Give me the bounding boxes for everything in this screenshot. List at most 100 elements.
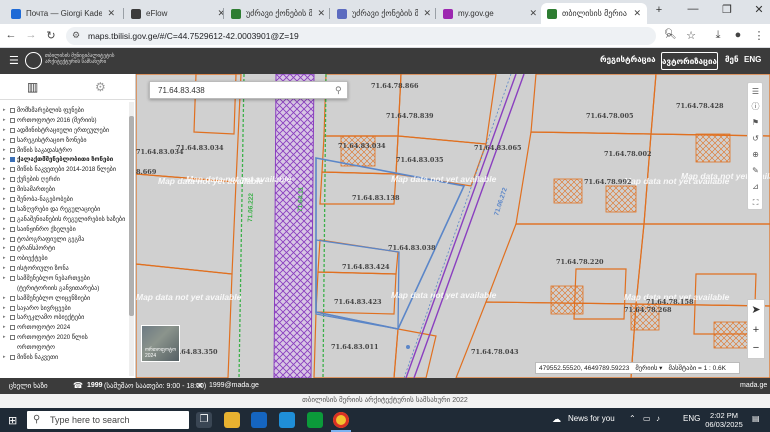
layer-checkbox[interactable] <box>10 117 15 123</box>
expand-arrow-icon[interactable]: ▸ <box>3 235 8 245</box>
edge-icon[interactable] <box>279 412 295 428</box>
browser-tab[interactable]: eFlow ✕ <box>125 3 231 24</box>
layer-item[interactable]: ▸ ობიექტები <box>3 254 127 264</box>
layer-checkbox[interactable] <box>10 177 15 183</box>
hamburger-menu-icon[interactable]: ☰ <box>9 54 19 67</box>
expand-arrow-icon[interactable]: ▸ <box>3 195 8 205</box>
compass-icon[interactable]: ➤ <box>748 302 764 318</box>
excel-icon[interactable] <box>307 412 323 428</box>
map-canvas[interactable]: Map data not yet available Map data not y… <box>136 74 770 378</box>
layer-item[interactable]: ▸ სამშენებლო ლიცენზიები <box>3 294 127 304</box>
layer-checkbox[interactable] <box>10 266 15 272</box>
layer-item[interactable]: ▸ ისტორიული ზონა <box>3 264 127 274</box>
close-tab-icon[interactable]: ✕ <box>529 8 537 19</box>
expand-arrow-icon[interactable]: ▸ <box>3 333 8 343</box>
url-omnibox[interactable]: ⚙ maps.tbilisi.gov.ge/#/C=44.7529612-42.… <box>66 27 677 45</box>
browser-tab[interactable]: my.gov.ge ✕ <box>437 3 543 24</box>
file-explorer-icon[interactable] <box>224 412 240 428</box>
measure-icon[interactable]: ⚑ <box>750 117 761 128</box>
language-switch[interactable]: ENG <box>744 55 761 64</box>
expand-arrow-icon[interactable]: ▸ <box>3 116 8 126</box>
network-icon[interactable]: ▭ <box>643 414 651 423</box>
map-layers-tab-icon[interactable]: ▥ <box>27 80 38 94</box>
layer-checkbox[interactable] <box>10 246 15 252</box>
expand-arrow-icon[interactable]: ▸ <box>3 254 8 264</box>
zoom-area-icon[interactable]: ⊕ <box>750 149 761 160</box>
taskbar-clock[interactable]: 2:02 PM 06/03/2025 <box>705 411 743 429</box>
layer-checkbox[interactable] <box>10 256 15 262</box>
profile-icon[interactable]: ● <box>731 29 745 41</box>
layer-item[interactable]: ▸ შენობა-ნაგებობები <box>3 195 127 205</box>
expand-arrow-icon[interactable]: ▸ <box>3 215 8 225</box>
browser-tab[interactable]: უძრავი ქონების მ... ✕ <box>225 3 331 24</box>
site-info-icon[interactable]: ⚙ <box>72 30 80 41</box>
expand-arrow-icon[interactable]: ▸ <box>3 205 8 215</box>
expand-arrow-icon[interactable]: ▸ <box>3 264 8 274</box>
parcel-code-label[interactable]: 71.64.83.034 <box>176 144 224 152</box>
expand-arrow-icon[interactable]: ▸ <box>3 274 8 284</box>
parcel-code-label[interactable]: 71.64.83.034 <box>338 142 386 150</box>
fullscreen-icon[interactable]: ⛶ <box>750 197 761 208</box>
parcel-code-label[interactable]: 71.64.78.428 <box>676 102 724 110</box>
close-tab-icon[interactable]: ✕ <box>107 8 115 19</box>
expand-arrow-icon[interactable]: ▸ <box>3 353 8 363</box>
footer-brand[interactable]: mada.ge <box>740 382 767 389</box>
layer-checkbox[interactable] <box>10 276 15 282</box>
map-svg[interactable]: Map data not yet available Map data not y… <box>136 74 770 378</box>
download-icon[interactable]: ⤓ <box>711 29 725 42</box>
register-link[interactable]: რეგისტრაცია <box>600 55 656 64</box>
expand-arrow-icon[interactable]: ▸ <box>3 165 8 175</box>
expand-arrow-icon[interactable]: ▸ <box>3 185 8 195</box>
browser-tab[interactable]: თბილისის მერია ✕ <box>541 3 647 24</box>
ruler-icon[interactable]: ⊿ <box>750 181 761 192</box>
search-lens-icon[interactable]: ⌕ <box>662 29 676 42</box>
login-button[interactable]: ავტორიზაცია <box>661 52 718 70</box>
search-icon[interactable]: ⚲ <box>335 85 342 96</box>
tray-chevron-icon[interactable]: ⌃ <box>629 414 636 423</box>
new-tab-button[interactable]: + <box>648 4 670 16</box>
close-tab-icon[interactable]: ✕ <box>633 8 641 19</box>
layer-item[interactable]: ▸ ტოპოგრაფიული გეგმა <box>3 235 127 245</box>
layer-item[interactable]: ▸ ადმინისტრაციული ერთეულები <box>3 126 127 136</box>
layer-item[interactable]: ▸ მიწის ნაკვეთი <box>3 353 127 363</box>
email-link[interactable]: 1999@mada.ge <box>209 382 259 389</box>
expand-arrow-icon[interactable]: ▸ <box>3 175 8 185</box>
draw-icon[interactable]: ✎ <box>750 165 761 176</box>
url-text[interactable]: maps.tbilisi.gov.ge/#/C=44.7529612-42.00… <box>88 31 299 41</box>
basemap-thumbnail[interactable]: ორთოფოტო 2024 <box>141 325 180 362</box>
expand-arrow-icon[interactable]: ▸ <box>3 225 8 235</box>
close-window-icon[interactable]: ✕ <box>748 3 770 16</box>
layer-item[interactable]: ▸ საინჟინრო ქსელები <box>3 225 127 235</box>
zoom-in-button[interactable]: + <box>748 322 764 338</box>
browser-tab[interactable]: უძრავი ქონების მ... ✕ <box>331 3 437 24</box>
layer-checkbox[interactable] <box>10 127 15 133</box>
browser-menu-icon[interactable]: ⋮ <box>752 29 766 42</box>
layer-checkbox[interactable] <box>10 315 15 321</box>
parcel-code-label[interactable]: 71.64.78.992 <box>584 178 632 186</box>
parcel-code-label[interactable]: 71.64.83.011 <box>331 343 379 351</box>
parcel-code-label[interactable]: 71.64.78.839 <box>386 112 434 120</box>
parcel-code-label[interactable]: 71.64.78.002 <box>604 150 652 158</box>
layer-checkbox[interactable] <box>10 216 15 222</box>
expand-arrow-icon[interactable]: ▸ <box>3 313 8 323</box>
parcel-code-label[interactable]: 71.64.83.035 <box>396 156 444 164</box>
forward-icon[interactable]: → <box>24 29 38 41</box>
close-tab-icon[interactable]: ✕ <box>317 8 325 19</box>
windows-start-icon[interactable]: ⊞ <box>8 414 17 427</box>
task-view-icon[interactable]: ❐ <box>196 412 212 428</box>
layer-item[interactable]: ▸ სარეკლამო ობიექტები <box>3 313 127 323</box>
layer-checkbox[interactable] <box>10 305 15 311</box>
browser-tab[interactable]: Почта — Giorgi Kade... ✕ <box>5 3 121 24</box>
layer-checkbox[interactable] <box>10 167 15 173</box>
layer-item[interactable]: ▸ მომხმარებლის ფენები <box>3 106 127 116</box>
close-tab-icon[interactable]: ✕ <box>423 8 431 19</box>
layer-item[interactable]: ▸ მიწის საკადასტრო <box>3 146 127 156</box>
news-widget[interactable]: News for you <box>568 414 615 423</box>
layer-checkbox[interactable] <box>10 197 15 203</box>
language-indicator[interactable]: ENG <box>683 414 700 423</box>
layer-item[interactable]: ▸ მისამართები <box>3 185 127 195</box>
projection-select[interactable]: მერიის ▾ <box>635 364 662 372</box>
outlook-icon[interactable] <box>251 412 267 428</box>
layer-item[interactable]: ▸ ორთოფოტო 2020 წლის ორთოფოტო <box>3 333 127 352</box>
layer-checkbox[interactable] <box>10 335 15 341</box>
